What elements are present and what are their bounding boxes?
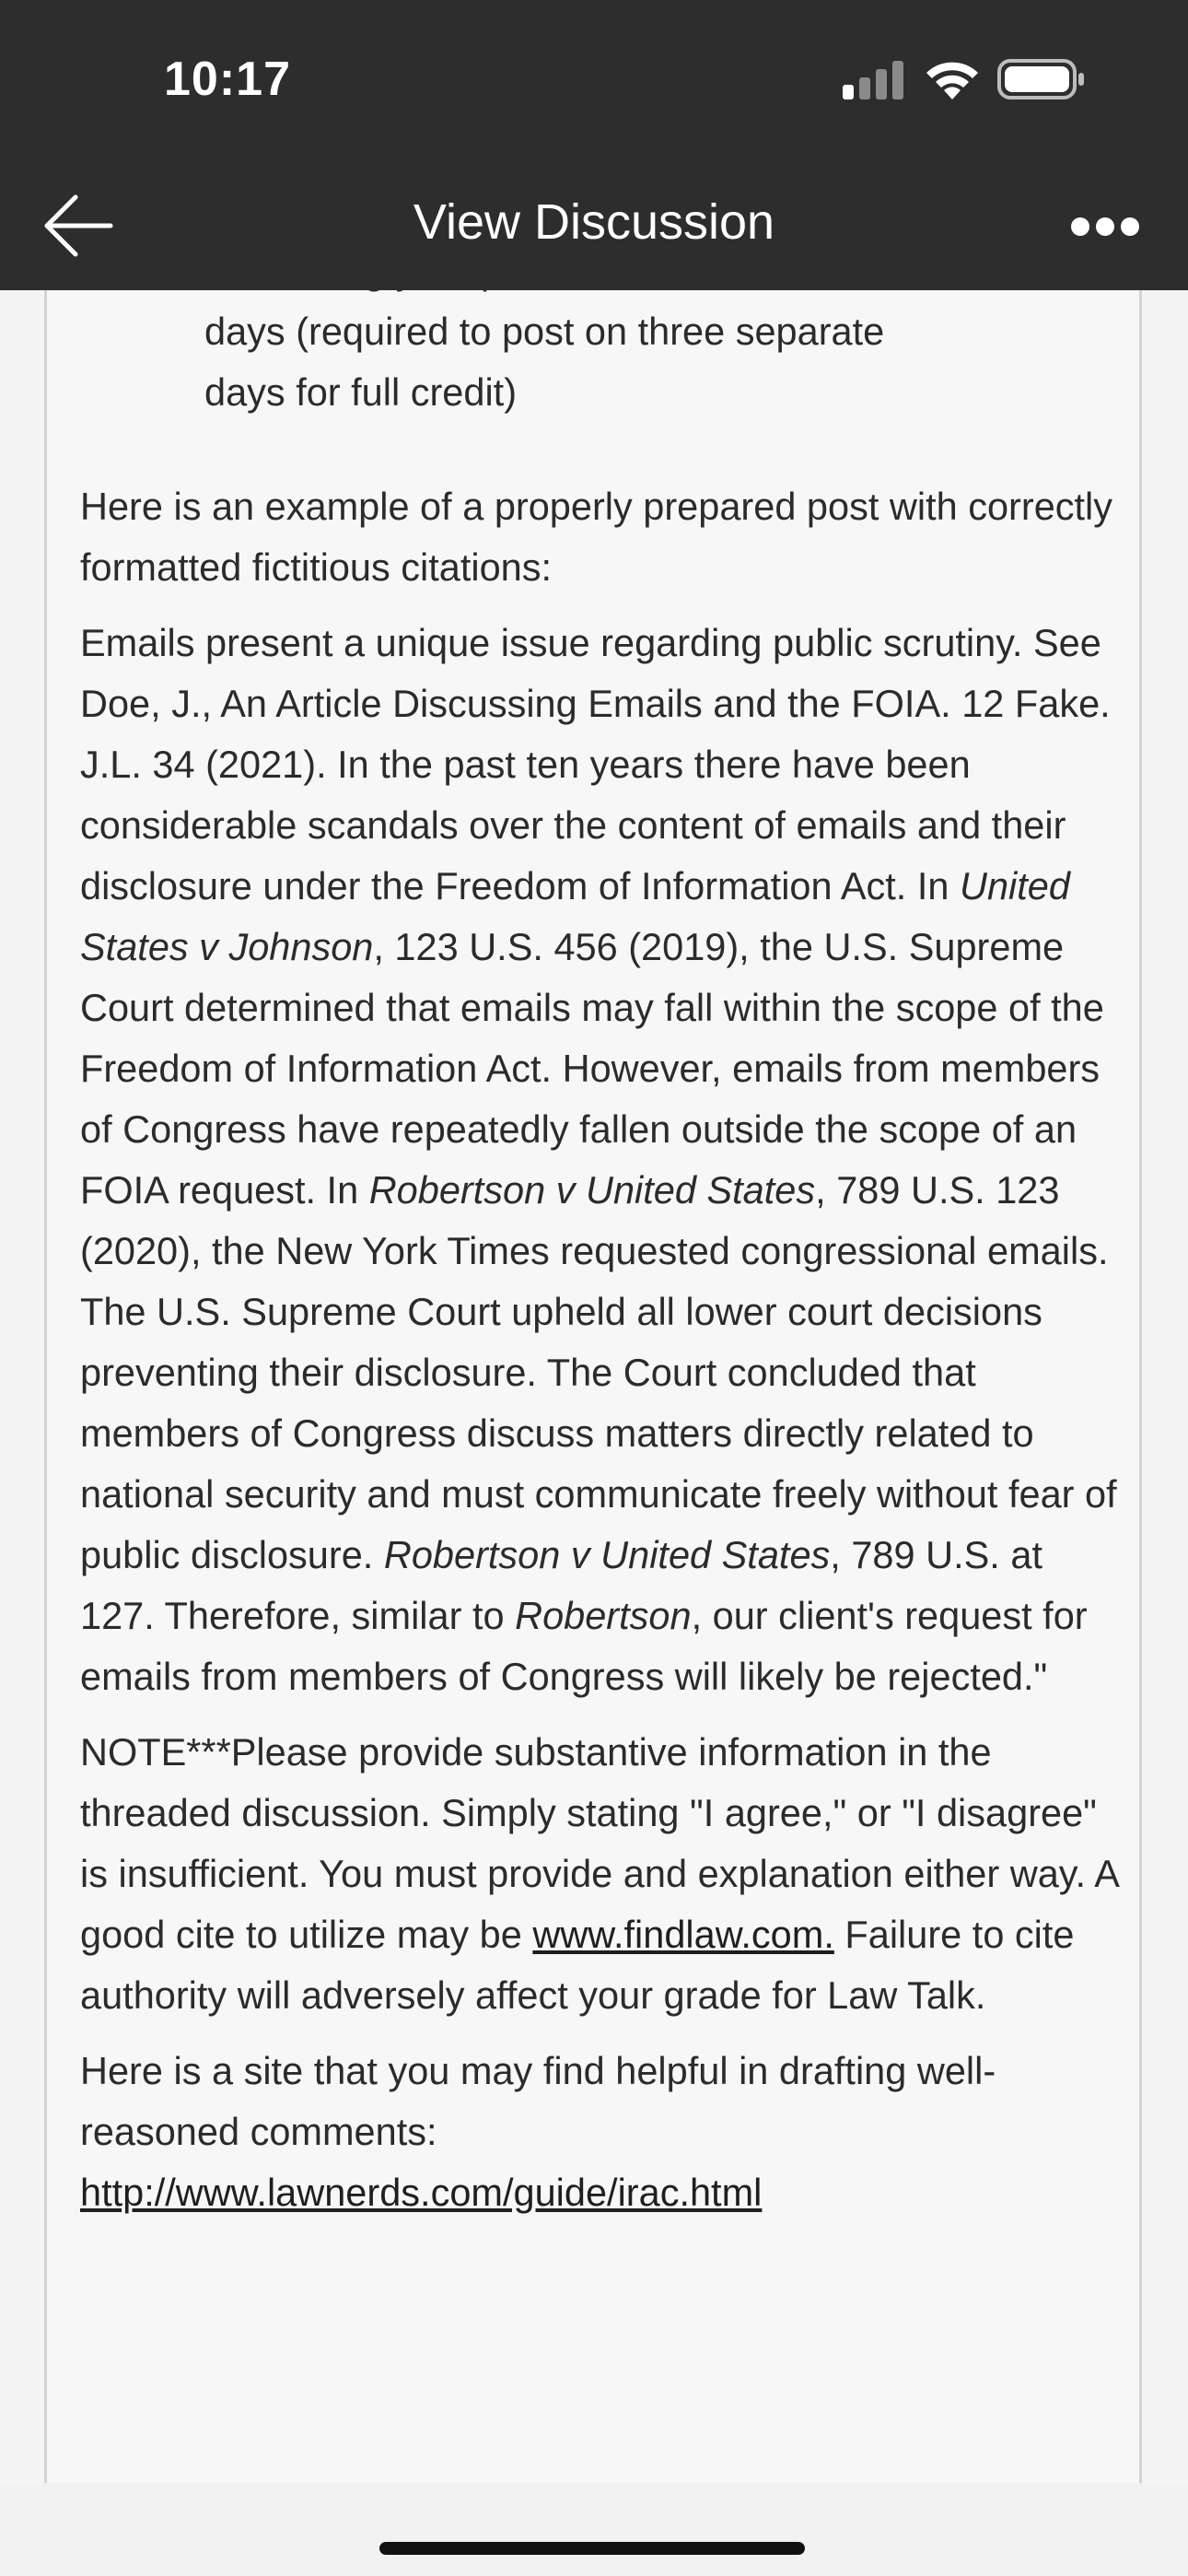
- home-indicator[interactable]: [379, 2542, 805, 2555]
- status-time: 10:17: [164, 53, 291, 106]
- cellular-signal-icon: [843, 61, 903, 100]
- example-text: , 789 U.S. 123 (2020), the New York Time…: [80, 1168, 1117, 1576]
- app-header: 10:17 View Discussion: [0, 0, 1188, 290]
- more-options-button[interactable]: [1059, 203, 1151, 251]
- requirement-bullet: Submitting your posts on three different…: [80, 290, 1033, 423]
- more-dots-icon: [1071, 217, 1139, 236]
- example-text: Emails present a unique issue regarding …: [80, 621, 1111, 907]
- discussion-content: Submitting your posts on three different…: [80, 290, 1121, 2223]
- case-citation: Robertson: [515, 1594, 692, 1637]
- findlaw-link[interactable]: www.findlaw.com.: [532, 1913, 834, 1956]
- case-citation: Robertson v United States: [368, 1168, 816, 1212]
- case-citation: Robertson v United States: [383, 1533, 831, 1576]
- example-post-text: Emails present a unique issue regarding …: [80, 613, 1121, 1707]
- example-intro: Here is an example of a properly prepare…: [80, 485, 1113, 589]
- bottom-safe-area: [0, 2483, 1188, 2576]
- battery-icon: [997, 59, 1084, 100]
- bullet-line: Submitting your posts on three different: [204, 290, 1033, 301]
- bullet-line: days for full credit): [204, 370, 518, 414]
- page-title: View Discussion: [413, 194, 775, 250]
- discussion-panel: Submitting your posts on three different…: [44, 290, 1142, 2483]
- lawnerds-link[interactable]: http://www.lawnerds.com/guide/irac.html: [80, 2171, 762, 2214]
- helpful-site-paragraph: Here is a site that you may find helpful…: [80, 2041, 1121, 2223]
- helpful-text: Here is a site that you may find helpful…: [80, 2049, 996, 2153]
- bullet-line: days (required to post on three separate: [204, 310, 885, 353]
- wifi-icon: [926, 62, 978, 100]
- note-paragraph: NOTE***Please provide substantive inform…: [80, 1722, 1121, 2026]
